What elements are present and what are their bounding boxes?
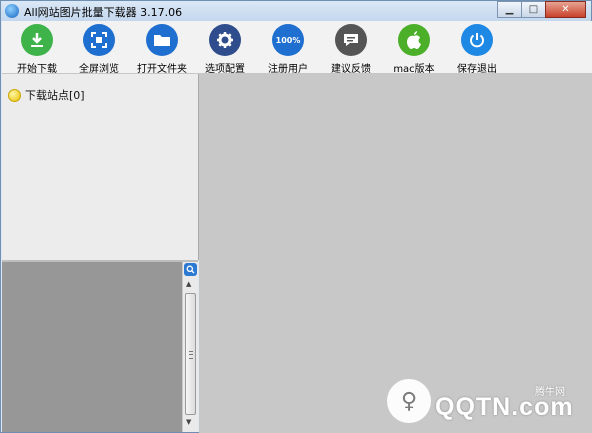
watermark: ♀ QQTN.com 腾牛网: [387, 379, 587, 429]
scroll-down-arrow-icon[interactable]: ▼: [186, 418, 191, 426]
toolbar: 开始下载 全屏浏览 打开文件夹 选项配置 100% 注册用户 建议反馈 mac版…: [2, 21, 592, 75]
search-icon[interactable]: [184, 263, 197, 276]
download-icon: [21, 24, 53, 56]
scroll-up-arrow-icon[interactable]: ▲: [186, 280, 191, 288]
register-icon: 100%: [272, 24, 304, 56]
title-bar[interactable]: All网站图片批量下载器 3.17.06 ▁ □ ✕: [1, 1, 591, 21]
options-label: 选项配置: [205, 64, 245, 75]
close-button[interactable]: ✕: [545, 1, 586, 18]
site-bullet-icon: [8, 88, 21, 102]
feedback-icon: [335, 24, 367, 56]
start-download-label: 开始下载: [17, 64, 57, 75]
options-button[interactable]: 选项配置: [195, 24, 255, 75]
window-controls: ▁ □ ✕: [497, 1, 586, 18]
start-download-button[interactable]: 开始下载: [7, 24, 67, 75]
apple-icon: [398, 24, 430, 56]
minimize-button[interactable]: ▁: [497, 1, 522, 18]
save-exit-button[interactable]: 保存退出: [447, 24, 507, 75]
maximize-button[interactable]: □: [521, 1, 546, 18]
register-button[interactable]: 100% 注册用户: [258, 24, 318, 75]
mac-version-button[interactable]: mac版本: [384, 24, 444, 75]
fullscreen-button[interactable]: 全屏浏览: [69, 24, 129, 75]
watermark-logo-icon: ♀: [387, 379, 431, 423]
scrollbar-thumb[interactable]: [185, 293, 196, 415]
thumbnail-scrollbar[interactable]: ▲ ▼: [182, 262, 198, 432]
app-window: All网站图片批量下载器 3.17.06 ▁ □ ✕ 开始下载 全屏浏览 打开文…: [0, 0, 592, 433]
thumbnail-panel: [2, 262, 182, 432]
folder-icon: [146, 24, 178, 56]
feedback-button[interactable]: 建议反馈: [321, 24, 381, 75]
open-folder-button[interactable]: 打开文件夹: [132, 24, 192, 75]
open-folder-label: 打开文件夹: [137, 64, 187, 75]
fullscreen-icon: [83, 24, 115, 56]
register-label: 注册用户: [268, 64, 308, 75]
site-tree-panel: 下载站点[0]: [2, 74, 199, 260]
tree-item-label: 下载站点[0]: [25, 89, 85, 102]
grip-icon: [189, 351, 193, 359]
save-exit-label: 保存退出: [457, 64, 497, 75]
tree-item-download-sites[interactable]: 下载站点[0]: [8, 87, 85, 103]
app-icon: [5, 4, 19, 18]
window-title: All网站图片批量下载器 3.17.06: [24, 6, 183, 19]
feedback-label: 建议反馈: [331, 64, 371, 75]
mac-version-label: mac版本: [393, 64, 435, 75]
power-icon: [461, 24, 493, 56]
fullscreen-label: 全屏浏览: [79, 64, 119, 75]
watermark-small-text: 腾牛网: [535, 387, 565, 398]
gear-icon: [209, 24, 241, 56]
